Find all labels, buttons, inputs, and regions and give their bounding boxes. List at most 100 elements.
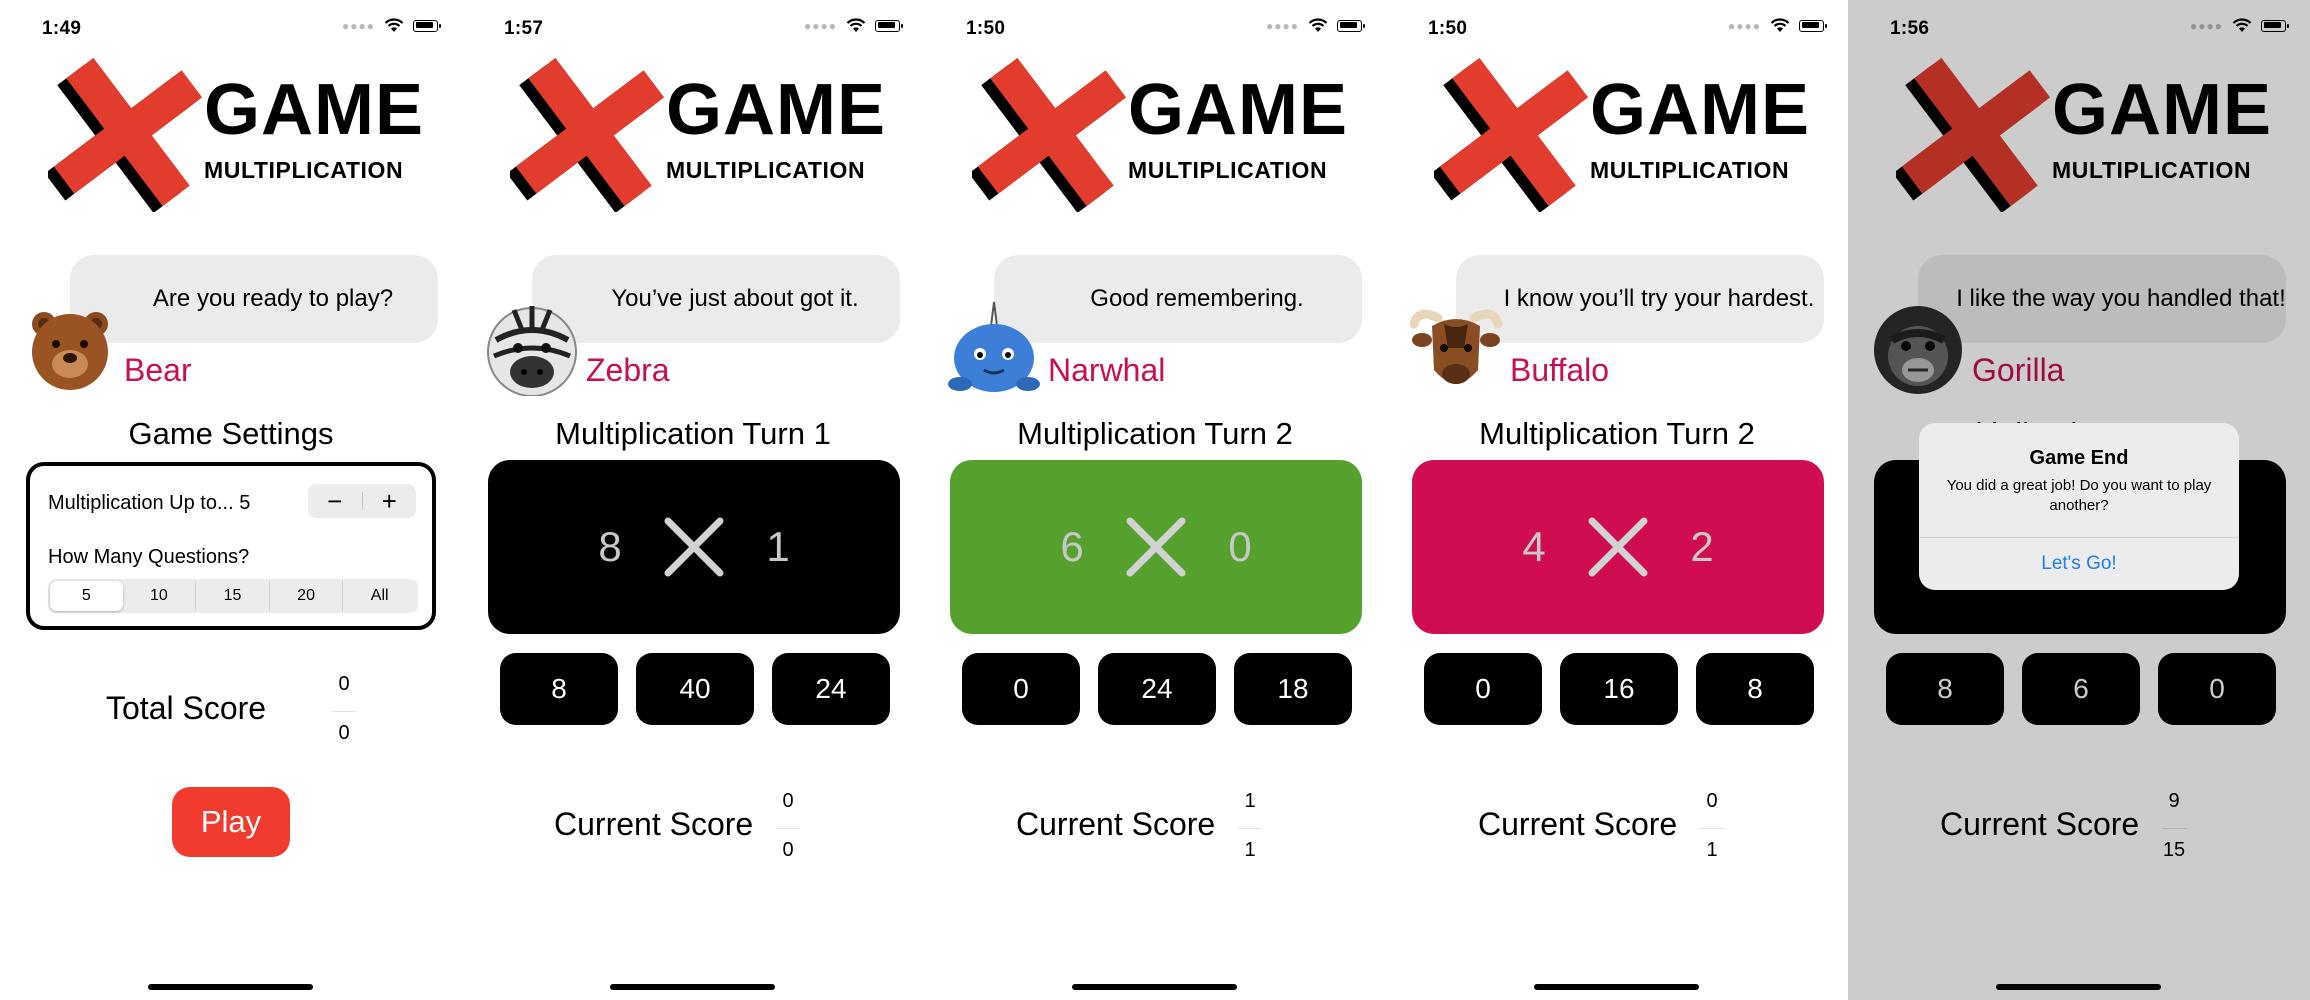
answer-button[interactable]: 24 [1098,653,1216,725]
questions-label: How Many Questions? [48,546,250,568]
game-logo: GAME MULTIPLICATION [510,52,890,212]
logo-title: GAME [204,70,424,150]
segment-5[interactable]: 5 [50,581,123,611]
current-score-label: Current Score [554,806,754,842]
alert-message: You did a great job! Do you want to play… [1946,477,2212,514]
home-indicator[interactable] [610,984,775,990]
segment-15[interactable]: 15 [195,581,269,611]
operand-b: 1 [766,523,790,570]
score-correct: 0 [782,790,794,812]
multiply-icon [664,517,724,577]
animal-name: Zebra [586,352,670,388]
section-title: Multiplication Turn 2 [1479,416,1755,451]
questions-segmented-control[interactable]: 5 10 15 20 All [48,579,418,613]
answer-button[interactable]: 8 [500,653,618,725]
score-divider [332,711,356,712]
multiplication-up-to-label: Multiplication Up to... 5 [48,492,251,514]
current-score-label: Current Score [1016,806,1216,842]
score-total: 0 [782,839,794,861]
status-time: 1:50 [1428,18,1468,39]
x-logo-icon [510,57,665,212]
operand-a: 6 [1060,523,1084,570]
status-icons: ●●●● [804,18,903,33]
animal-name: Narwhal [1048,352,1166,388]
answer-button[interactable]: 24 [772,653,890,725]
score-total: 1 [1244,839,1256,861]
answer-button[interactable]: 18 [1234,653,1352,725]
x-logo-icon [48,57,203,212]
logo-title: GAME [666,70,886,150]
animal-name: Buffalo [1510,352,1610,388]
section-title: Multiplication Turn 1 [555,416,831,451]
logo-subtitle: MULTIPLICATION [1590,157,1790,183]
status-time: 1:57 [504,18,544,39]
multiply-icon [1588,517,1648,577]
lets-go-button[interactable]: Let's Go! [1919,538,2239,590]
battery-icon [1337,19,1365,32]
score-divider [776,828,800,829]
score-total: 0 [338,722,350,744]
increment-button[interactable]: + [363,484,417,518]
problem-card-wrong: 4 2 [1412,460,1824,634]
signal-icon: ●●●● [1728,18,1761,33]
home-indicator[interactable] [1072,984,1237,990]
answer-button[interactable]: 0 [962,653,1080,725]
bear-icon [32,312,108,390]
answer-options: 0 24 18 [962,653,1352,725]
signal-icon: ●●●● [804,18,837,33]
segment-all[interactable]: All [342,581,416,611]
score-total: 1 [1706,839,1718,861]
game-end-alert: Game End You did a great job! Do you wan… [1919,423,2239,590]
screen-turn-narwhal: 1:50 ●●●● GAME MULTIPLICATION Good remem… [924,0,1386,1000]
status-icons: ●●●● [1728,18,1827,33]
section-title: Game Settings [128,416,334,451]
score-correct: 0 [338,673,350,695]
play-button[interactable]: Play [172,787,290,857]
logo-subtitle: MULTIPLICATION [1128,157,1328,183]
operand-b: 2 [1690,523,1714,570]
speech-bubble: Are you ready to play? [70,255,438,343]
wifi-icon [1770,18,1790,32]
logo-subtitle: MULTIPLICATION [666,157,866,183]
animal-name: Bear [124,352,192,388]
segment-10[interactable]: 10 [123,581,196,611]
battery-icon [1799,19,1827,32]
answer-button[interactable]: 0 [1424,653,1542,725]
operand-a: 4 [1522,523,1546,570]
home-indicator[interactable] [148,984,313,990]
screen-settings: 1:49 ●●●● GAME MULTIPLICATION Are you re… [0,0,462,1000]
speech-bubble: You’ve just about got it. [532,255,900,343]
problem-card-correct: 6 0 [950,460,1362,634]
screen-turn-buffalo: 1:50 ●●●● GAME MULTIPLICATION I know you… [1386,0,1848,1000]
total-score-label: Total Score [106,690,267,726]
problem-card: 8 1 [488,460,900,634]
segment-20[interactable]: 20 [268,581,343,611]
current-score-label: Current Score [1478,806,1678,842]
score-divider [1700,828,1724,829]
battery-icon [413,19,441,32]
answer-button[interactable]: 16 [1560,653,1678,725]
speech-bubble: I know you’ll try your hardest. [1456,255,1824,343]
wifi-icon [846,18,866,32]
zebra-icon [487,306,577,396]
logo-subtitle: MULTIPLICATION [204,157,404,183]
decrement-button[interactable]: − [308,484,362,518]
answer-button[interactable]: 40 [636,653,754,725]
home-indicator[interactable] [1534,984,1699,990]
wifi-icon [384,18,404,32]
buffalo-icon [1409,309,1503,384]
logo-title: GAME [1590,70,1810,150]
operand-b: 0 [1228,523,1252,570]
battery-icon [875,19,903,32]
answer-button[interactable]: 8 [1696,653,1814,725]
game-logo: GAME MULTIPLICATION [1434,52,1814,212]
max-number-stepper[interactable]: − + [308,484,416,518]
score-divider [1238,828,1262,829]
status-icons: ●●●● [342,18,441,33]
status-icons: ●●●● [1266,18,1365,33]
score-correct: 0 [1706,790,1718,812]
alert-title: Game End [2029,447,2129,469]
screen-game-end: 1:56 ●●●● GAME MULTIPLICATION I like the… [1848,0,2310,1000]
settings-panel: Multiplication Up to... 5 − + How Many Q… [26,462,436,630]
game-logo: GAME MULTIPLICATION [48,52,428,212]
